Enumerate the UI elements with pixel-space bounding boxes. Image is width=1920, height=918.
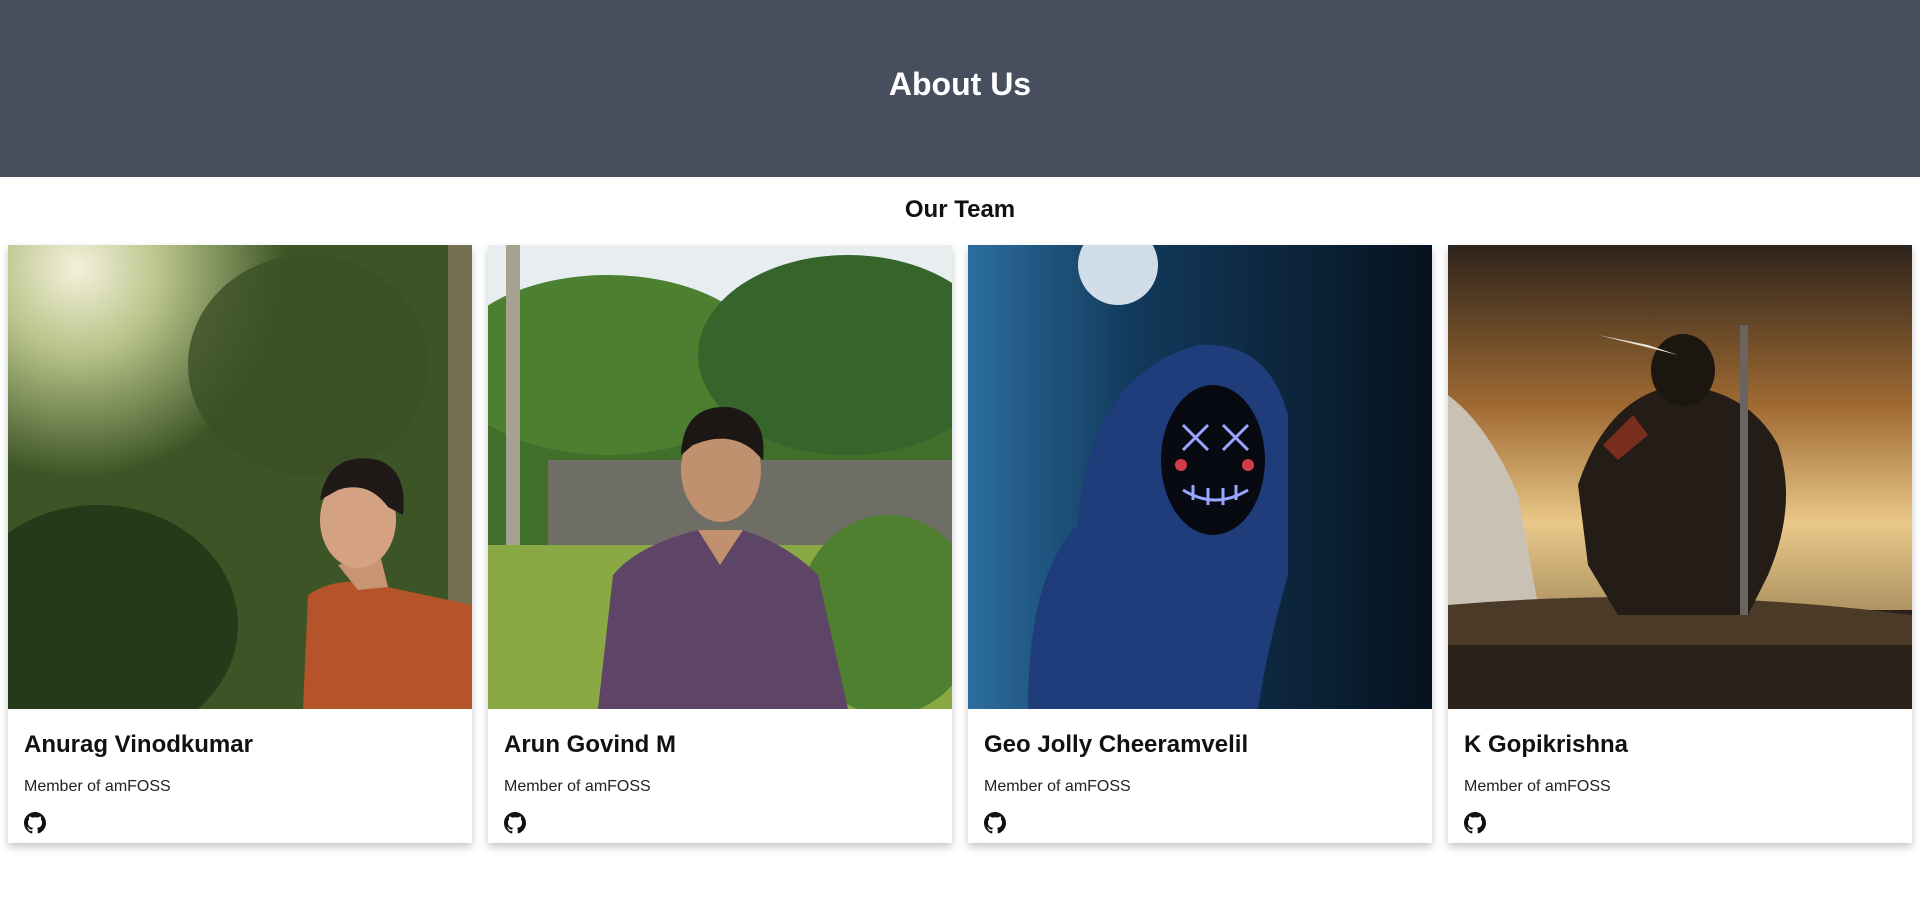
team-heading: Our Team	[904, 196, 1016, 223]
member-name: K Gopikrishna	[1464, 731, 1629, 758]
member-name: Geo Jolly Cheeramvelil	[984, 731, 1249, 758]
team-card: K Gopikrishna Member of amFOSS	[1448, 245, 1912, 843]
github-icon[interactable]	[504, 812, 526, 834]
github-icon[interactable]	[984, 812, 1006, 834]
member-name: Anurag Vinodkumar	[24, 731, 253, 758]
member-role: Member of amFOSS	[1464, 778, 1611, 795]
member-photo	[8, 245, 472, 709]
member-photo	[1448, 245, 1912, 709]
github-icon[interactable]	[24, 812, 46, 834]
member-name: Arun Govind M	[504, 731, 676, 758]
team-card: Geo Jolly Cheeramvelil Member of amFOSS	[968, 245, 1432, 843]
team-card: Arun Govind M Member of amFOSS	[488, 245, 952, 843]
member-photo	[968, 245, 1432, 709]
member-role: Member of amFOSS	[984, 778, 1131, 795]
page-title: About Us	[888, 66, 1032, 102]
about-header: About Us	[0, 0, 1920, 177]
github-icon[interactable]	[1464, 812, 1486, 834]
team-card: Anurag Vinodkumar Member of amFOSS	[8, 245, 472, 843]
member-role: Member of amFOSS	[24, 778, 171, 795]
member-role: Member of amFOSS	[504, 778, 651, 795]
member-photo	[488, 245, 952, 709]
team-cards: Anurag Vinodkumar Member of amFOSS Arun …	[8, 245, 1912, 845]
